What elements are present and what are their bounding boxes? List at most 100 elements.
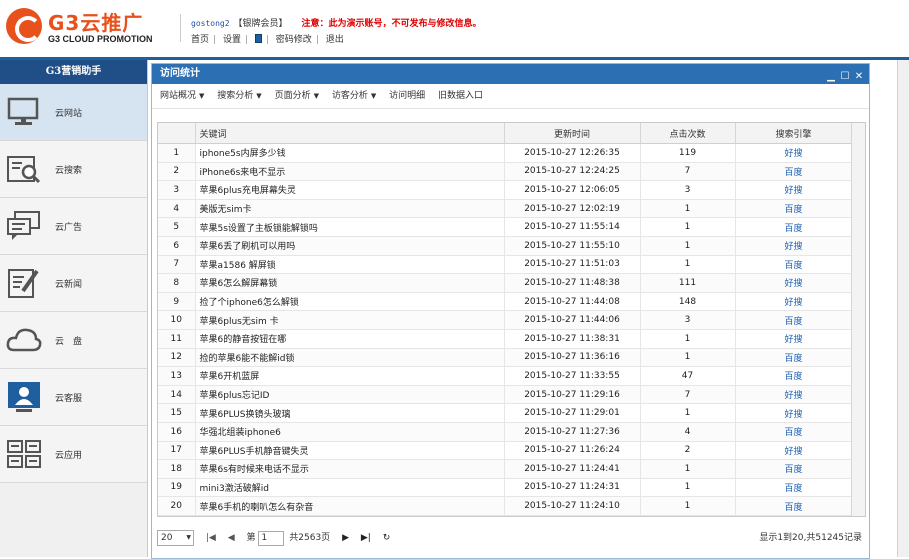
next-page-icon[interactable]: ▶ bbox=[342, 527, 349, 549]
table-row[interactable]: 5 苹果5s设置了主板锁能解锁吗 2015-10-27 11:55:14 1 百度 bbox=[158, 217, 853, 237]
search-doc-icon bbox=[7, 156, 41, 184]
page-prefix: 第 bbox=[246, 533, 256, 543]
edit-doc-icon bbox=[8, 269, 39, 298]
sidebar-item-cloud-disk[interactable]: 云 盘 bbox=[0, 312, 147, 369]
col-updated-time[interactable]: 更新时间 bbox=[504, 123, 641, 144]
page-scrollbar[interactable] bbox=[897, 60, 909, 557]
caret-down-icon: ▼ bbox=[370, 92, 377, 100]
row-search-engine[interactable]: 好搜 bbox=[735, 403, 853, 423]
sidebar-item-cloud-apps[interactable]: 云应用 bbox=[0, 426, 147, 483]
table-row[interactable]: 10 苹果6plus无sim 卡 2015-10-27 11:44:06 3 百度 bbox=[158, 310, 853, 330]
tab-page-analysis[interactable]: 页面分析 ▼ bbox=[275, 91, 319, 101]
table-row[interactable]: 12 捡的苹果6能不能解id锁 2015-10-27 11:36:16 1 百度 bbox=[158, 348, 853, 368]
table-row[interactable]: 17 苹果6PLUS手机静音键失灵 2015-10-27 11:26:24 2 好搜 bbox=[158, 441, 853, 461]
sidebar-item-cloud-website[interactable]: 云网站 bbox=[0, 84, 147, 141]
row-search-engine[interactable]: 百度 bbox=[735, 310, 853, 330]
close-icon[interactable]: ✕ bbox=[853, 71, 865, 83]
row-click-count: 2 bbox=[640, 441, 736, 461]
username[interactable]: gostong2 bbox=[191, 19, 230, 28]
table-row[interactable]: 16 华强北组装iphone6 2015-10-27 11:27:36 4 百度 bbox=[158, 422, 853, 442]
col-keyword[interactable]: 关键词 bbox=[195, 123, 505, 144]
table-row[interactable]: 7 苹果a1586 解屏锁 2015-10-27 11:51:03 1 百度 bbox=[158, 255, 853, 275]
page-number-input[interactable]: 1 bbox=[258, 530, 285, 546]
maximize-icon[interactable]: ☐ bbox=[839, 71, 851, 83]
row-search-engine[interactable]: 百度 bbox=[735, 459, 853, 479]
table-row[interactable]: 1 iphone5s内屏多少钱 2015-10-27 12:26:35 119 好搜 bbox=[158, 143, 853, 163]
tab-search-analysis[interactable]: 搜索分析 ▼ bbox=[217, 91, 261, 101]
tab-old-data[interactable]: 旧数据入口 bbox=[438, 91, 483, 101]
row-search-engine[interactable]: 好搜 bbox=[735, 236, 853, 256]
row-search-engine[interactable]: 百度 bbox=[735, 422, 853, 442]
row-index: 9 bbox=[158, 292, 196, 312]
row-search-engine[interactable]: 好搜 bbox=[735, 329, 853, 349]
visit-stats-panel: 访问统计 ▁ ☐ ✕ 网站概况 ▼ 搜索分析 ▼ 页面分析 ▼ 访客分析 ▼ 访问明细 旧数… bbox=[151, 63, 870, 559]
nav-settings[interactable]: 设置 bbox=[223, 35, 241, 45]
table-row[interactable]: 11 苹果6的静音按钮在哪 2015-10-27 11:38:31 1 好搜 bbox=[158, 329, 853, 349]
row-index: 14 bbox=[158, 385, 196, 405]
row-search-engine[interactable]: 百度 bbox=[735, 366, 853, 386]
nav-home[interactable]: 首页 bbox=[191, 35, 209, 45]
row-click-count: 1 bbox=[640, 199, 736, 219]
row-keyword: 捡的苹果6能不能解id锁 bbox=[195, 348, 505, 368]
tab-site-overview[interactable]: 网站概况 ▼ bbox=[160, 91, 204, 101]
sidebar-item-cloud-ads[interactable]: 云广告 bbox=[0, 198, 147, 255]
row-search-engine[interactable]: 百度 bbox=[735, 496, 853, 516]
last-page-icon[interactable]: ▶| bbox=[361, 527, 371, 549]
table-row[interactable]: 20 苹果6手机的喇叭怎么有杂音 2015-10-27 11:24:10 1 百度 bbox=[158, 496, 853, 516]
row-search-engine[interactable]: 好搜 bbox=[735, 143, 853, 163]
table-scrollbar[interactable] bbox=[851, 123, 865, 516]
table-row[interactable]: 8 苹果6怎么解屏幕锁 2015-10-27 11:48:38 111 好搜 bbox=[158, 273, 853, 293]
row-search-engine[interactable]: 百度 bbox=[735, 255, 853, 275]
table-row[interactable]: 18 苹果6s有时候来电话不显示 2015-10-27 11:24:41 1 百度 bbox=[158, 459, 853, 479]
tab-visitor-analysis[interactable]: 访客分析 ▼ bbox=[332, 91, 376, 101]
page-size-select[interactable]: 20 bbox=[157, 530, 194, 546]
row-search-engine[interactable]: 好搜 bbox=[735, 441, 853, 461]
row-search-engine[interactable]: 百度 bbox=[735, 162, 853, 182]
row-search-engine[interactable]: 好搜 bbox=[735, 292, 853, 312]
row-updated-time: 2015-10-27 11:29:01 bbox=[504, 403, 641, 423]
row-click-count: 4 bbox=[640, 422, 736, 442]
col-click-count[interactable]: 点击次数 bbox=[640, 123, 736, 144]
table-row[interactable]: 6 苹果6丢了刷机可以用吗 2015-10-27 11:55:10 1 好搜 bbox=[158, 236, 853, 256]
sidebar-item-cloud-service[interactable]: 云客服 bbox=[0, 369, 147, 426]
sidebar-item-label: 云 盘 bbox=[55, 337, 83, 347]
row-click-count: 119 bbox=[640, 143, 736, 163]
table-row[interactable]: 4 美版无sim卡 2015-10-27 12:02:19 1 百度 bbox=[158, 199, 853, 219]
sidebar-item-cloud-news[interactable]: 云新闻 bbox=[0, 255, 147, 312]
first-page-icon[interactable]: |◀ bbox=[206, 527, 216, 549]
tab-visit-details[interactable]: 访问明细 bbox=[389, 91, 425, 101]
row-index: 17 bbox=[158, 441, 196, 461]
row-search-engine[interactable]: 好搜 bbox=[735, 273, 853, 293]
table-row[interactable]: 2 iPhone6s来电不显示 2015-10-27 12:24:25 7 百度 bbox=[158, 162, 853, 182]
row-index: 18 bbox=[158, 459, 196, 479]
panel-toolbar: 网站概况 ▼ 搜索分析 ▼ 页面分析 ▼ 访客分析 ▼ 访问明细 旧数据入口 bbox=[152, 84, 869, 109]
row-search-engine[interactable]: 好搜 bbox=[735, 385, 853, 405]
book-icon[interactable] bbox=[254, 34, 262, 43]
table-row[interactable]: 9 捡了个iphone6怎么解锁 2015-10-27 11:44:08 148 好搜 bbox=[158, 292, 853, 312]
prev-page-icon[interactable]: ◀ bbox=[228, 527, 235, 549]
row-search-engine[interactable]: 百度 bbox=[735, 217, 853, 237]
minimize-icon[interactable]: ▁ bbox=[825, 71, 837, 83]
row-search-engine[interactable]: 好搜 bbox=[735, 180, 853, 200]
table-row[interactable]: 14 苹果6plus忘记ID 2015-10-27 11:29:16 7 好搜 bbox=[158, 385, 853, 405]
sidebar-item-label: 云广告 bbox=[55, 223, 83, 233]
refresh-icon[interactable]: ↻ bbox=[383, 527, 391, 549]
row-index: 4 bbox=[158, 199, 196, 219]
table-row[interactable]: 3 苹果6plus充电屏幕失灵 2015-10-27 12:06:05 3 好搜 bbox=[158, 180, 853, 200]
row-search-engine[interactable]: 百度 bbox=[735, 478, 853, 498]
col-search-engine[interactable]: 搜索引擎 bbox=[735, 123, 853, 144]
row-search-engine[interactable]: 百度 bbox=[735, 348, 853, 368]
table-row[interactable]: 19 mini3激活破解id 2015-10-27 11:24:31 1 百度 bbox=[158, 478, 853, 498]
row-index: 1 bbox=[158, 143, 196, 163]
nav-change-password[interactable]: 密码修改 bbox=[276, 35, 312, 45]
logo[interactable]: G3云推广 G3 CLOUD PROMOTION bbox=[6, 6, 156, 48]
row-keyword: 苹果6PLUS手机静音键失灵 bbox=[195, 441, 505, 461]
top-nav: 首页 | 设置 | | 密码修改 | 退出 bbox=[191, 34, 344, 45]
row-click-count: 1 bbox=[640, 459, 736, 479]
nav-logout[interactable]: 退出 bbox=[326, 35, 344, 45]
row-search-engine[interactable]: 百度 bbox=[735, 199, 853, 219]
sidebar-item-cloud-search[interactable]: 云搜索 bbox=[0, 141, 147, 198]
table-row[interactable]: 13 苹果6开机蓝屏 2015-10-27 11:33:55 47 百度 bbox=[158, 366, 853, 386]
caret-down-icon: ▼ bbox=[313, 92, 319, 100]
table-row[interactable]: 15 苹果6PLUS换镜头玻璃 2015-10-27 11:29:01 1 好搜 bbox=[158, 403, 853, 423]
